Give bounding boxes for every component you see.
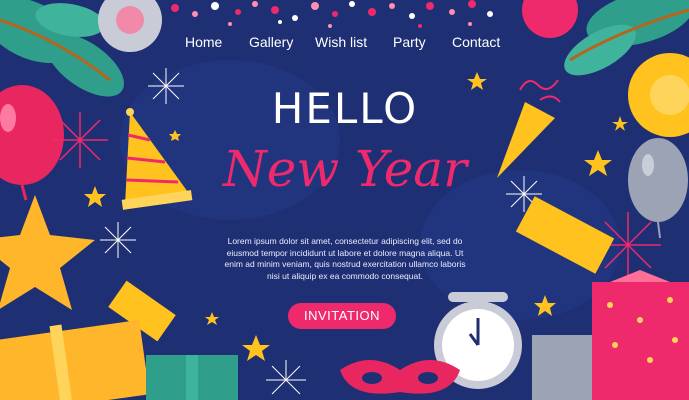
- landing-page: Home Gallery Wish list Party Contact HEL…: [0, 0, 689, 400]
- nav-party-link[interactable]: Party: [393, 34, 426, 50]
- hero-body-text: Lorem ipsum dolor sit amet, consectetur …: [224, 236, 466, 281]
- balloon-icon: [0, 85, 64, 201]
- invitation-button[interactable]: INVITATION: [288, 303, 396, 329]
- carnival-mask-icon: [340, 360, 460, 394]
- firework-icon: [100, 222, 136, 258]
- party-hat-icon: [121, 108, 193, 210]
- decorations: [0, 0, 689, 400]
- gift-box-icon: [532, 335, 594, 400]
- firework-icon: [52, 112, 108, 168]
- gift-box-icon: [592, 270, 689, 400]
- hero-new-year-heading: New Year: [223, 140, 467, 198]
- nav-wish-list-link[interactable]: Wish list: [315, 34, 367, 50]
- balloon-icon: [628, 138, 688, 239]
- nav-gallery-link[interactable]: Gallery: [249, 34, 293, 50]
- firework-icon: [266, 360, 306, 395]
- star-icon: [0, 195, 95, 310]
- firework-icon: [148, 68, 184, 104]
- nav-contact-link[interactable]: Contact: [452, 34, 500, 50]
- gift-box-icon: [146, 355, 238, 400]
- top-navigation: Home Gallery Wish list Party Contact: [0, 34, 689, 54]
- nav-home-link[interactable]: Home: [185, 34, 222, 50]
- hero-hello-heading: HELLO: [271, 84, 419, 133]
- gift-box-icon: [0, 319, 150, 400]
- confetti-icon: [171, 0, 493, 28]
- party-popper-icon: [497, 79, 561, 178]
